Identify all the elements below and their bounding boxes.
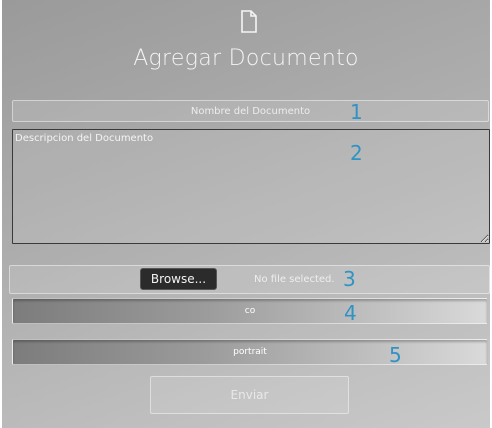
- document-icon: [241, 10, 257, 33]
- marker-3: 3: [343, 267, 356, 291]
- document-name-input[interactable]: [12, 100, 489, 122]
- marker-1: 1: [350, 100, 363, 124]
- add-document-panel: Agregar Documento Browse... No file sele…: [2, 0, 490, 428]
- browse-button[interactable]: Browse...: [140, 268, 217, 290]
- file-input-row: Browse... No file selected.: [9, 265, 490, 294]
- page-title: Agregar Documento: [133, 46, 359, 71]
- file-status-text: No file selected.: [254, 274, 335, 285]
- co-select[interactable]: co: [12, 298, 488, 324]
- marker-5: 5: [389, 343, 402, 367]
- document-description-textarea[interactable]: [12, 129, 490, 244]
- marker-4: 4: [344, 301, 357, 325]
- orientation-select[interactable]: portrait: [12, 339, 488, 365]
- marker-2: 2: [350, 141, 363, 165]
- submit-button[interactable]: Enviar: [150, 376, 349, 414]
